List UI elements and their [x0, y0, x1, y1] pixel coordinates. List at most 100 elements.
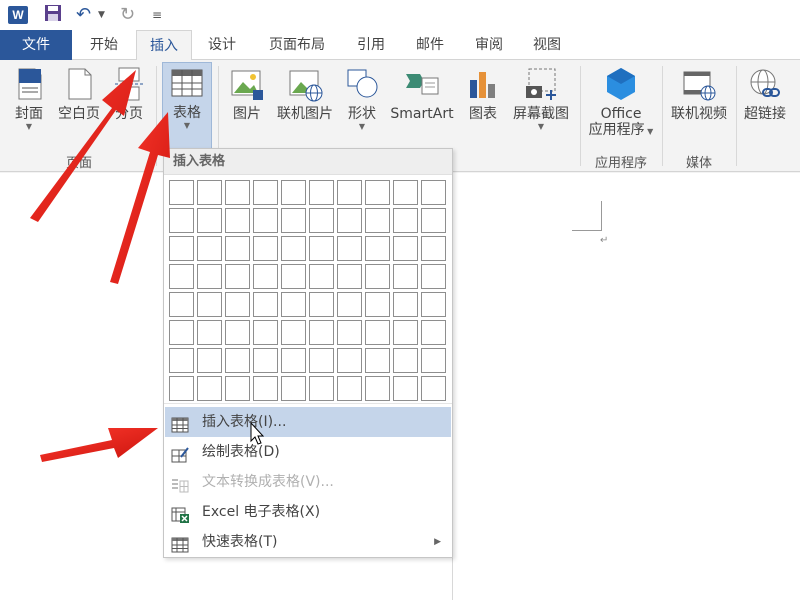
grid-cell[interactable]	[281, 208, 306, 233]
grid-cell[interactable]	[197, 180, 222, 205]
grid-cell[interactable]	[365, 264, 390, 289]
grid-cell[interactable]	[197, 376, 222, 401]
grid-cell[interactable]	[253, 264, 278, 289]
grid-cell[interactable]	[253, 180, 278, 205]
grid-cell[interactable]	[225, 320, 250, 345]
grid-cell[interactable]	[337, 264, 362, 289]
grid-cell[interactable]	[393, 292, 418, 317]
grid-cell[interactable]	[365, 180, 390, 205]
grid-cell[interactable]	[281, 348, 306, 373]
grid-cell[interactable]	[393, 208, 418, 233]
draw-table-menu-item[interactable]: 绘制表格(D)	[165, 437, 451, 467]
grid-cell[interactable]	[169, 376, 194, 401]
grid-cell[interactable]	[309, 376, 334, 401]
grid-cell[interactable]	[309, 236, 334, 261]
grid-cell[interactable]	[253, 292, 278, 317]
grid-cell[interactable]	[337, 292, 362, 317]
grid-cell[interactable]	[281, 292, 306, 317]
grid-cell[interactable]	[421, 376, 446, 401]
grid-cell[interactable]	[225, 348, 250, 373]
grid-cell[interactable]	[225, 236, 250, 261]
grid-cell[interactable]	[197, 208, 222, 233]
grid-cell[interactable]	[253, 208, 278, 233]
grid-cell[interactable]	[225, 292, 250, 317]
grid-cell[interactable]	[365, 320, 390, 345]
grid-cell[interactable]	[365, 236, 390, 261]
grid-cell[interactable]	[253, 376, 278, 401]
blank-page-button[interactable]: 空白页	[54, 64, 104, 148]
smartart-button[interactable]: SmartArt	[386, 64, 458, 148]
chart-button[interactable]: 图表	[462, 64, 504, 148]
grid-cell[interactable]	[393, 180, 418, 205]
grid-cell[interactable]	[169, 236, 194, 261]
grid-cell[interactable]	[393, 376, 418, 401]
shapes-button[interactable]: 形状 ▼	[342, 64, 382, 148]
grid-cell[interactable]	[337, 348, 362, 373]
grid-cell[interactable]	[169, 208, 194, 233]
excel-spreadsheet-menu-item[interactable]: Excel 电子表格(X)	[165, 497, 451, 527]
undo-dropdown-icon[interactable]: ▼	[98, 4, 105, 26]
grid-cell[interactable]	[281, 376, 306, 401]
grid-cell[interactable]	[337, 180, 362, 205]
tab-references[interactable]: 引用	[344, 30, 398, 60]
grid-cell[interactable]	[169, 264, 194, 289]
grid-cell[interactable]	[225, 180, 250, 205]
grid-cell[interactable]	[225, 208, 250, 233]
tab-page-layout[interactable]: 页面布局	[256, 30, 338, 60]
grid-cell[interactable]	[309, 292, 334, 317]
grid-cell[interactable]	[253, 236, 278, 261]
grid-cell[interactable]	[365, 376, 390, 401]
grid-cell[interactable]	[309, 348, 334, 373]
picture-button[interactable]: 图片	[226, 64, 268, 148]
table-button[interactable]: 表格 ▼	[162, 62, 212, 150]
tab-design[interactable]: 设计	[196, 30, 248, 60]
grid-cell[interactable]	[225, 376, 250, 401]
redo-button[interactable]: ↻	[120, 4, 135, 26]
grid-cell[interactable]	[281, 180, 306, 205]
grid-cell[interactable]	[365, 208, 390, 233]
grid-cell[interactable]	[393, 320, 418, 345]
grid-cell[interactable]	[197, 320, 222, 345]
grid-cell[interactable]	[365, 292, 390, 317]
tab-view[interactable]: 视图	[520, 30, 574, 60]
insert-table-menu-item[interactable]: 插入表格(I)...	[165, 407, 451, 437]
grid-cell[interactable]	[421, 180, 446, 205]
grid-cell[interactable]	[197, 264, 222, 289]
grid-cell[interactable]	[309, 320, 334, 345]
customize-qat-button[interactable]: ≡	[152, 4, 162, 26]
save-icon[interactable]	[44, 4, 62, 26]
tab-review[interactable]: 审阅	[462, 30, 516, 60]
grid-cell[interactable]	[309, 264, 334, 289]
grid-cell[interactable]	[365, 348, 390, 373]
online-picture-button[interactable]: 联机图片	[272, 64, 338, 148]
grid-cell[interactable]	[253, 320, 278, 345]
grid-cell[interactable]	[337, 236, 362, 261]
grid-cell[interactable]	[393, 348, 418, 373]
grid-cell[interactable]	[309, 208, 334, 233]
grid-cell[interactable]	[421, 208, 446, 233]
grid-cell[interactable]	[337, 320, 362, 345]
grid-cell[interactable]	[421, 292, 446, 317]
cover-page-button[interactable]: 封面 ▼	[8, 64, 50, 148]
grid-cell[interactable]	[393, 264, 418, 289]
undo-button[interactable]: ↶	[76, 4, 91, 26]
hyperlink-button[interactable]: 超链接	[740, 64, 790, 148]
grid-cell[interactable]	[393, 236, 418, 261]
grid-cell[interactable]	[169, 292, 194, 317]
grid-cell[interactable]	[225, 264, 250, 289]
tab-home[interactable]: 开始	[78, 30, 130, 60]
grid-cell[interactable]	[421, 236, 446, 261]
grid-cell[interactable]	[281, 320, 306, 345]
grid-cell[interactable]	[253, 348, 278, 373]
page-break-button[interactable]: 分页	[108, 64, 150, 148]
grid-cell[interactable]	[169, 320, 194, 345]
grid-cell[interactable]	[169, 180, 194, 205]
online-video-button[interactable]: 联机视频	[666, 64, 732, 148]
tab-insert[interactable]: 插入	[136, 30, 192, 61]
grid-cell[interactable]	[421, 348, 446, 373]
grid-cell[interactable]	[197, 292, 222, 317]
grid-cell[interactable]	[421, 320, 446, 345]
grid-cell[interactable]	[421, 264, 446, 289]
screenshot-button[interactable]: 屏幕截图 ▼	[508, 64, 574, 148]
grid-cell[interactable]	[197, 236, 222, 261]
